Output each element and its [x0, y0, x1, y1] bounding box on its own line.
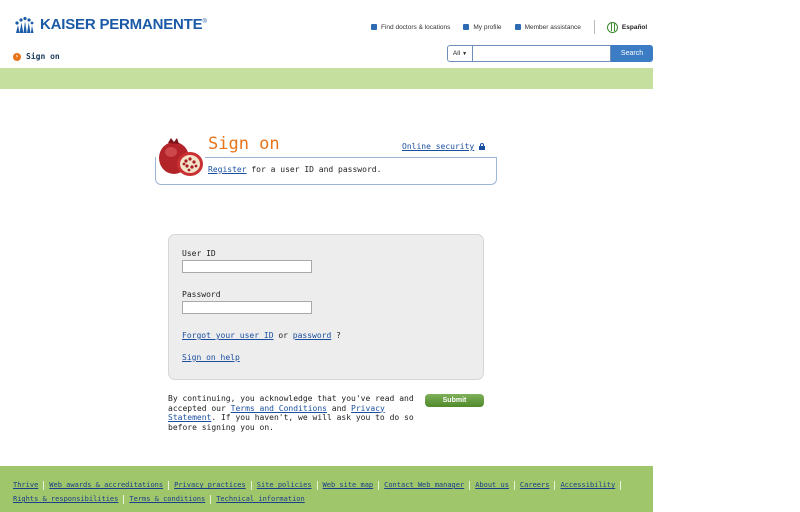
bullet-icon — [463, 24, 470, 30]
logo-text: KAISER PERMANENTE® — [40, 15, 207, 33]
search-input[interactable] — [473, 45, 611, 62]
footer-link[interactable]: Rights & responsibilities — [13, 495, 118, 503]
globe-icon — [606, 21, 618, 33]
divider — [378, 480, 380, 490]
footer-link[interactable]: Site policies — [257, 481, 312, 489]
kp-logo[interactable]: KAISER PERMANENTE® — [13, 14, 207, 34]
dropdown-arrow-icon: ▼ — [462, 50, 468, 57]
kp-logo-icon — [15, 16, 34, 33]
sign-on-help-link[interactable]: Sign on help — [182, 353, 240, 362]
forgot-password-link[interactable]: password — [293, 331, 332, 340]
footer-row-2: Rights & responsibilities Terms & condit… — [13, 492, 653, 506]
breadcrumb: › Sign on — [13, 52, 60, 61]
member-assistance-link[interactable]: Member assistance — [514, 24, 581, 31]
utility-nav: Find doctors & locations My profile Memb… — [371, 20, 647, 34]
submit-button[interactable]: Submit — [425, 394, 484, 407]
divider — [210, 494, 212, 504]
divider — [43, 480, 45, 490]
register-line: Register for a user ID and password. — [208, 165, 382, 174]
find-doctors-link[interactable]: Find doctors & locations — [371, 24, 450, 31]
footer-link[interactable]: Terms & conditions — [129, 495, 205, 503]
bullet-icon — [371, 24, 377, 30]
footer-link[interactable]: Accessibility — [560, 481, 615, 489]
espanol-link[interactable]: Español — [622, 24, 647, 31]
divider — [620, 480, 622, 490]
divider — [554, 480, 556, 490]
footer-link[interactable]: Contact Web manager — [384, 481, 464, 489]
arrow-icon: › — [13, 52, 21, 61]
bullet-icon — [514, 24, 521, 30]
search-scope-select[interactable]: All ▼ — [447, 45, 473, 62]
breadcrumb-label: Sign on — [26, 52, 60, 61]
lock-icon — [479, 143, 486, 150]
user-id-label: User ID — [182, 249, 216, 258]
search-button[interactable]: Search — [611, 45, 653, 62]
divider — [168, 480, 170, 490]
forgot-user-id-link[interactable]: Forgot your user ID — [182, 331, 274, 340]
footer-link[interactable]: Technical information — [216, 495, 305, 503]
footer-row-1: Thrive Web awards & accreditations Priva… — [13, 478, 653, 492]
footer: Thrive Web awards & accreditations Priva… — [0, 466, 653, 512]
page-title: Sign on — [208, 134, 280, 154]
register-link[interactable]: Register — [208, 165, 247, 174]
online-security-link[interactable]: Online security — [402, 142, 486, 151]
help-line: Sign on help — [182, 353, 240, 362]
footer-link[interactable]: Careers — [520, 481, 550, 489]
forgot-line: Forgot your user ID or password ? — [182, 331, 341, 340]
footer-link[interactable]: Web site map — [323, 481, 374, 489]
divider — [316, 480, 318, 490]
divider — [513, 480, 515, 490]
divider — [593, 20, 595, 34]
terms-link[interactable]: Terms and Conditions — [231, 404, 327, 413]
header-band — [0, 68, 653, 89]
password-field[interactable] — [182, 301, 312, 314]
password-label: Password — [182, 290, 221, 299]
consent-text: By continuing, you acknowledge that you'… — [168, 394, 414, 432]
divider — [469, 480, 471, 490]
user-id-field[interactable] — [182, 260, 312, 273]
search-bar: All ▼ Search — [447, 45, 653, 62]
footer-link[interactable]: About us — [475, 481, 509, 489]
divider — [250, 480, 252, 490]
divider — [123, 494, 125, 504]
footer-link[interactable]: Thrive — [13, 481, 38, 489]
footer-link[interactable]: Web awards & accreditations — [49, 481, 163, 489]
my-profile-link[interactable]: My profile — [463, 24, 502, 31]
footer-link[interactable]: Privacy practices — [174, 481, 246, 489]
signon-form-panel: User ID Password Forgot your user ID or … — [168, 234, 484, 380]
